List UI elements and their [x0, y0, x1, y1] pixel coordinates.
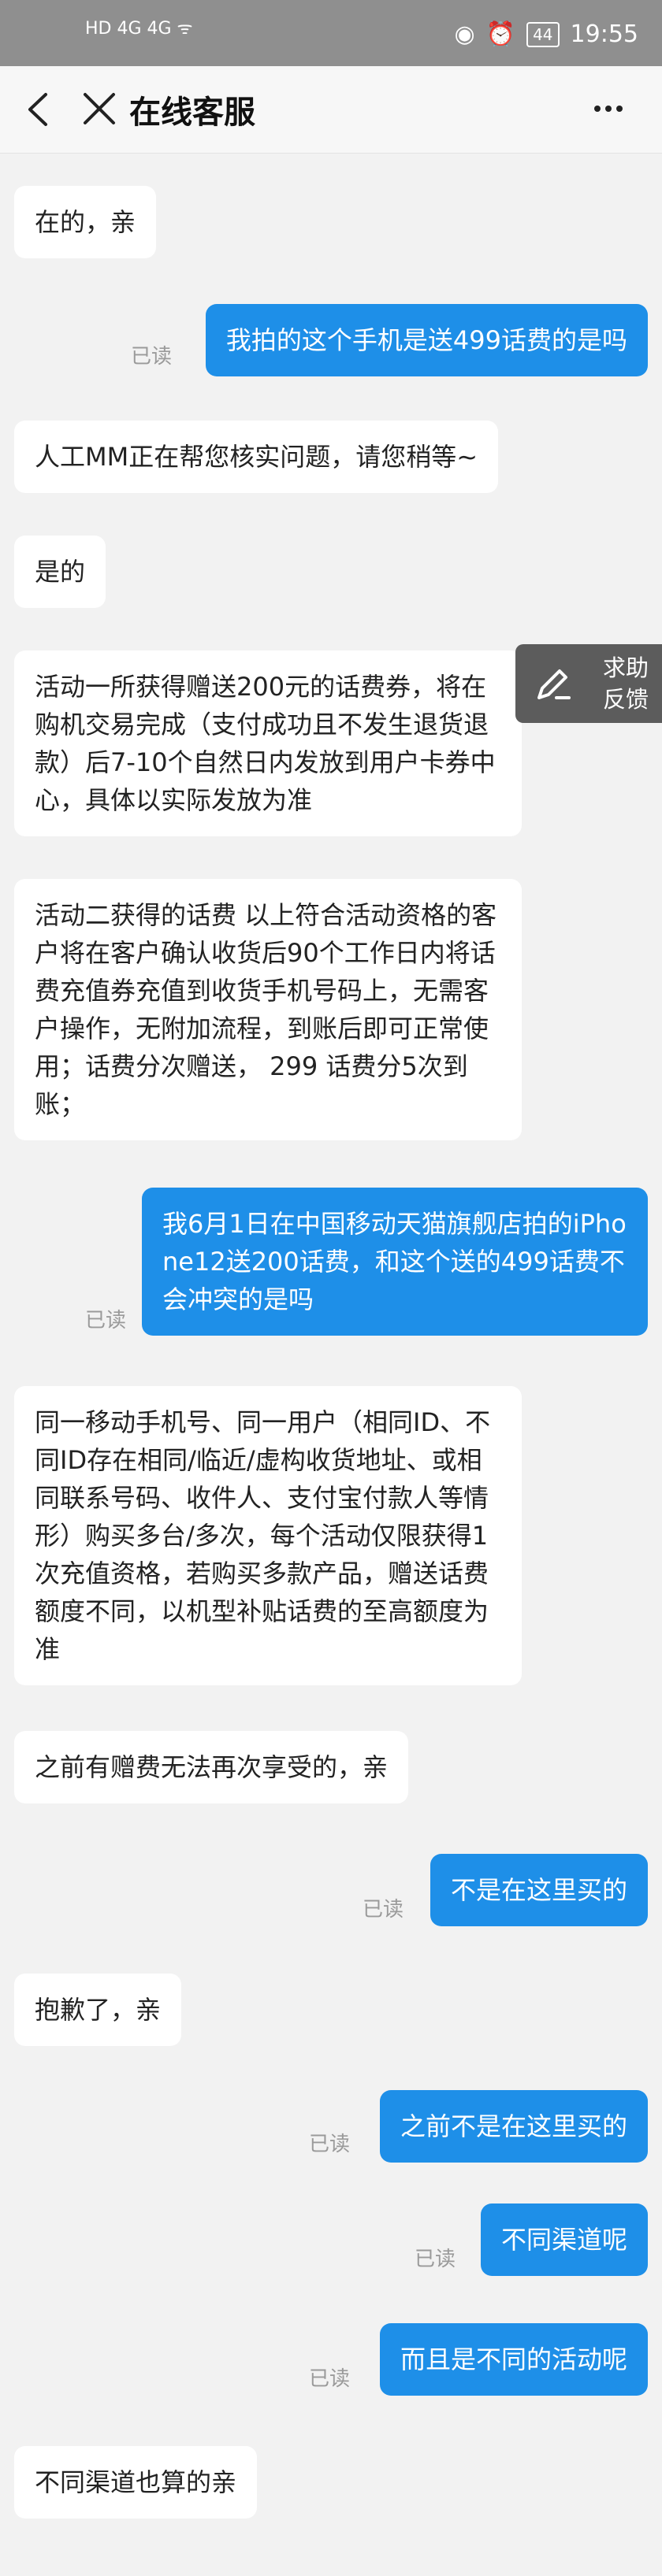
read-receipt: 已读 — [363, 1898, 404, 1922]
message-bubble-sent: 我6月1日在中国移动天猫旗舰店拍的iPhone12送200话费，和这个送的499… — [142, 1188, 648, 1336]
message-bubble-received: 活动二获得的话费 以上符合活动资格的客户将在客户确认收货后90个工作日内将话费充… — [14, 879, 522, 1140]
message-bubble-received: 在的，亲 — [14, 186, 157, 258]
battery-indicator: 44 — [526, 21, 560, 47]
help-label-line1: 求助 — [602, 654, 649, 681]
message-bubble-sent: 之前不是在这里买的 — [379, 2090, 648, 2163]
message-bubble-received: 同一移动手机号、同一用户（相同ID、不同ID存在相同/临近/虚构收货地址、或相同… — [14, 1386, 522, 1685]
message-bubble-sent: 不是在这里买的 — [430, 1854, 648, 1926]
help-label-line2: 反馈 — [602, 686, 649, 713]
message-bubble-received: 是的 — [14, 536, 106, 608]
more-options-icon[interactable] — [586, 87, 630, 131]
message-bubble-received: 之前有赠费无法再次享受的，亲 — [14, 1731, 409, 1803]
read-receipt: 已读 — [131, 345, 173, 369]
read-receipt: 已读 — [309, 2133, 351, 2156]
clock-time: 19:55 — [570, 20, 638, 48]
alarm-icon: ⏰ — [485, 20, 516, 48]
message-bubble-sent: 不同渠道呢 — [480, 2203, 648, 2276]
help-feedback-button[interactable]: 求助 反馈 — [515, 644, 662, 723]
message-bubble-received: 抱歉了，亲 — [14, 1974, 182, 2046]
network-status-text: HD 4G 4G ᯤ — [85, 19, 193, 39]
message-bubble-sent: 而且是不同的活动呢 — [379, 2323, 648, 2396]
close-icon[interactable] — [82, 91, 117, 126]
message-bubble-sent: 我拍的这个手机是送499话费的是吗 — [205, 304, 648, 376]
eye-icon: ◉ — [454, 20, 475, 48]
status-bar: HD 4G 4G ᯤ ◉ ⏰ 44 19:55 — [0, 0, 662, 66]
signal-indicators: HD 4G 4G ᯤ — [85, 16, 193, 39]
page-title: 在线客服 — [129, 95, 255, 131]
message-bubble-received: 活动一所获得赠送200元的话费券，将在购机交易完成（支付成功且不发生退货退款）后… — [14, 650, 522, 836]
read-receipt: 已读 — [309, 2367, 351, 2391]
message-bubble-received: 不同渠道也算的亲 — [14, 2446, 258, 2519]
help-label: 求助 反馈 — [594, 652, 657, 715]
message-bubble-received: 人工MM正在帮您核实问题，请您稍等~ — [14, 421, 499, 493]
back-icon[interactable] — [22, 90, 54, 129]
status-right: ◉ ⏰ 44 19:55 — [455, 20, 638, 48]
nav-bar: 在线客服 — [0, 66, 662, 154]
read-receipt: 已读 — [415, 2248, 456, 2271]
read-receipt: 已读 — [85, 1309, 127, 1332]
pencil-icon — [537, 669, 571, 699]
